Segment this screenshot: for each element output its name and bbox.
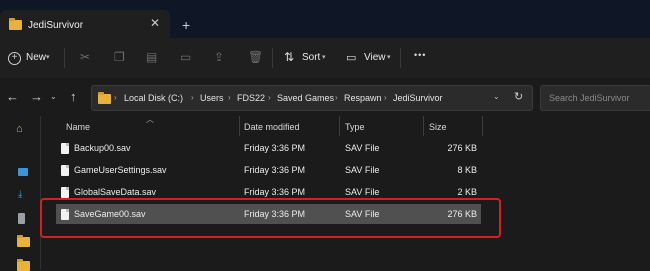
copy-icon[interactable]: ❐ <box>114 50 125 64</box>
toolbar-divider <box>272 48 273 68</box>
breadcrumb-saved-games[interactable]: Saved Games <box>277 93 334 103</box>
column-header-date[interactable]: Date modified <box>244 122 300 132</box>
search-input[interactable]: Search JediSurvivor <box>540 85 650 111</box>
chevron-right-icon: › <box>335 93 338 102</box>
chevron-right-icon: › <box>114 93 117 102</box>
file-name: GlobalSaveData.sav <box>74 187 157 197</box>
toolbar-divider <box>400 48 401 68</box>
rename-icon[interactable]: ▭ <box>180 50 191 64</box>
file-name: GameUserSettings.sav <box>74 165 167 175</box>
sort-label: Sort <box>302 52 321 63</box>
forward-icon[interactable]: → <box>30 89 43 104</box>
file-size: 2 KB <box>457 187 477 197</box>
file-icon <box>61 165 69 176</box>
chevron-right-icon: › <box>384 93 387 102</box>
back-icon[interactable]: ← <box>6 89 19 104</box>
table-row[interactable]: Backup00.sav Friday 3:36 PM SAV File 276… <box>56 138 481 158</box>
pane-divider <box>40 116 41 269</box>
folder-icon[interactable] <box>17 259 30 271</box>
breadcrumb-users[interactable]: Users <box>200 93 224 103</box>
view-label: View <box>364 52 386 63</box>
column-header-name[interactable]: Name <box>66 122 90 132</box>
column-divider[interactable] <box>339 116 340 136</box>
file-size: 276 KB <box>447 143 477 153</box>
file-name: Backup00.sav <box>74 143 131 153</box>
chevron-right-icon: › <box>268 93 271 102</box>
new-tab-button[interactable]: + <box>182 17 190 33</box>
column-header-size[interactable]: Size <box>429 122 447 132</box>
address-history-chevron-icon[interactable]: ⌄ <box>493 92 500 101</box>
file-type: SAV File <box>345 143 380 153</box>
breadcrumb-jedisurvivor[interactable]: JediSurvivor <box>393 93 443 103</box>
folder-icon <box>98 92 111 104</box>
sort-ascending-indicator-icon: ︿ <box>146 115 154 124</box>
recent-locations-chevron-icon[interactable]: ⌄ <box>50 92 57 101</box>
address-bar[interactable]: › Local Disk (C:) › Users › FDS22 › Save… <box>91 85 533 111</box>
more-options-button[interactable]: ••• <box>414 50 426 60</box>
file-icon <box>61 187 69 198</box>
new-label: New <box>26 52 47 63</box>
file-date: Friday 3:36 PM <box>244 165 306 175</box>
view-icon: ▭ <box>346 52 357 64</box>
file-date: Friday 3:36 PM <box>244 143 306 153</box>
navigation-pane: ⌂ ⤓ <box>0 116 40 271</box>
up-icon[interactable]: ↑ <box>70 89 77 104</box>
highlight-box <box>40 198 501 238</box>
chevron-down-icon: ▾ <box>322 54 326 61</box>
chevron-right-icon: › <box>228 93 231 102</box>
home-icon[interactable]: ⌂ <box>16 123 23 135</box>
cut-icon[interactable]: ✂ <box>80 50 90 64</box>
file-icon <box>61 143 69 154</box>
share-icon[interactable]: ⇪ <box>214 50 224 64</box>
toolbar-divider <box>64 48 65 68</box>
chevron-right-icon: › <box>191 93 194 102</box>
search-placeholder: Search JediSurvivor <box>549 93 630 103</box>
breadcrumb-respawn[interactable]: Respawn <box>344 93 382 103</box>
file-type: SAV File <box>345 187 380 197</box>
column-header-type[interactable]: Type <box>345 122 365 132</box>
column-divider[interactable] <box>239 116 240 136</box>
paste-icon[interactable]: ▤ <box>146 50 157 64</box>
tab-title: JediSurvivor <box>28 20 84 31</box>
file-type: SAV File <box>345 165 380 175</box>
sort-icon: ⇅ <box>284 50 295 64</box>
refresh-icon[interactable]: ↻ <box>514 90 523 103</box>
column-divider[interactable] <box>482 116 483 136</box>
tab-strip: JediSurvivor ✕ + <box>0 0 650 38</box>
gallery-icon[interactable] <box>18 168 28 176</box>
file-date: Friday 3:36 PM <box>244 187 306 197</box>
tab-jedisurvivor[interactable]: JediSurvivor ✕ <box>0 10 170 38</box>
close-icon[interactable]: ✕ <box>150 16 160 30</box>
chevron-down-icon: ▾ <box>46 54 50 61</box>
table-row[interactable]: GameUserSettings.sav Friday 3:36 PM SAV … <box>56 160 481 180</box>
downloads-icon[interactable]: ⤓ <box>18 189 22 200</box>
drive-icon[interactable] <box>18 213 25 224</box>
breadcrumb-local-disk[interactable]: Local Disk (C:) <box>124 93 183 103</box>
column-header-row: ︿ Name Date modified Type Size <box>56 115 486 138</box>
command-bar: + New ▾ ✂ ❐ ▤ ▭ ⇪ 🗑 ⇅ Sort ▾ ▭ View ▾ ••… <box>0 38 650 78</box>
folder-icon <box>9 18 22 30</box>
folder-icon[interactable] <box>17 235 30 247</box>
file-size: 8 KB <box>457 165 477 175</box>
chevron-down-icon: ▾ <box>387 54 391 61</box>
delete-icon[interactable]: 🗑 <box>248 50 263 64</box>
breadcrumb-fds22[interactable]: FDS22 <box>237 93 265 103</box>
plus-icon: + <box>8 52 21 65</box>
column-divider[interactable] <box>423 116 424 136</box>
